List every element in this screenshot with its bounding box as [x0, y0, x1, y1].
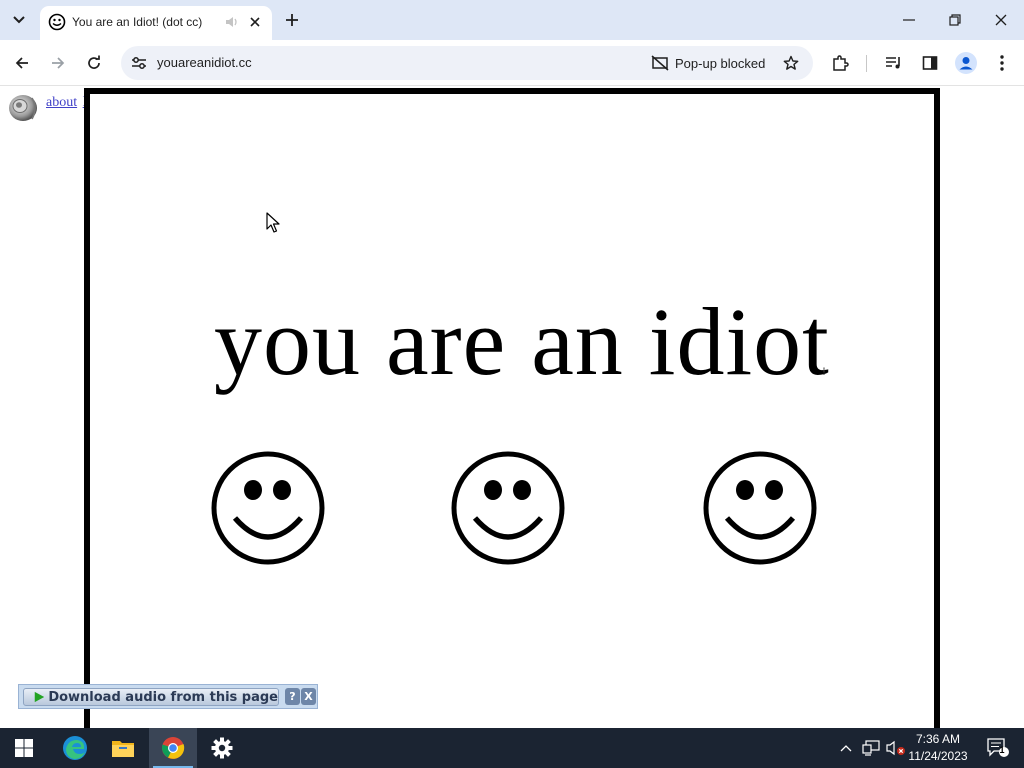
- edge-icon: [63, 736, 87, 760]
- mouse-cursor-icon: [266, 212, 280, 233]
- clock-date: 11/24/2023: [908, 749, 968, 763]
- popup-blocked-icon: [651, 55, 669, 71]
- download-audio-button[interactable]: Download audio from this page: [23, 688, 279, 706]
- speaker-icon[interactable]: [6, 92, 40, 124]
- bookmark-button[interactable]: [779, 51, 803, 75]
- gear-icon: [211, 737, 233, 759]
- toolbar-separator: [866, 55, 867, 72]
- smiley-face-icon: [451, 451, 565, 565]
- close-window-button[interactable]: [978, 0, 1024, 40]
- audio-close-button[interactable]: X: [301, 688, 316, 705]
- new-tab-button[interactable]: [280, 8, 304, 32]
- close-icon: [250, 17, 260, 27]
- media-controls-button[interactable]: [882, 51, 906, 75]
- smiley-face-icon: [211, 451, 325, 565]
- web-page: about legacy safe you are an idiot ! D: [0, 87, 1024, 728]
- tab-title: You are an Idiot! (dot cc): [72, 15, 203, 29]
- volume-muted-icon: [886, 740, 905, 756]
- address-bar[interactable]: youareanidiot.cc Pop-up blocked: [121, 46, 813, 80]
- minimize-icon: [903, 19, 915, 21]
- idiot-frame: you are an idiot !: [84, 88, 940, 728]
- taskbar-clock[interactable]: 7:36 AM 11/24/2023: [904, 731, 972, 765]
- idiot-headline: you are an idiot: [214, 288, 830, 395]
- network-tray-button[interactable]: [860, 728, 882, 768]
- audio-help-button[interactable]: ?: [285, 688, 300, 705]
- chevron-down-icon: [13, 16, 25, 24]
- profile-button[interactable]: [954, 51, 978, 75]
- chrome-taskbar-button[interactable]: [149, 728, 197, 768]
- arrow-left-icon: [15, 57, 28, 69]
- tune-icon: [132, 57, 146, 69]
- forward-button[interactable]: [46, 51, 70, 75]
- minimize-button[interactable]: [886, 0, 932, 40]
- side-panel-icon: [922, 56, 938, 70]
- notification-center-button[interactable]: 1: [978, 728, 1018, 768]
- speaker-audio-icon[interactable]: [224, 14, 240, 30]
- clock-time: 7:36 AM: [915, 732, 961, 746]
- url-text[interactable]: youareanidiot.cc: [157, 55, 252, 70]
- chrome-icon: [162, 737, 185, 759]
- avatar-icon: [955, 52, 977, 74]
- more-vertical-icon: [1000, 55, 1004, 71]
- close-icon: [995, 14, 1007, 26]
- settings-taskbar-button[interactable]: [198, 728, 246, 768]
- side-panel-button[interactable]: [918, 51, 942, 75]
- queue-music-icon: [886, 57, 900, 69]
- idiot-headline-suffix: !: [822, 364, 826, 378]
- folder-icon: [112, 741, 134, 757]
- tab-close-button[interactable]: [246, 13, 264, 31]
- about-link[interactable]: about: [46, 95, 77, 110]
- back-button[interactable]: [10, 51, 34, 75]
- star-icon: [783, 55, 799, 70]
- chevron-up-icon: [840, 745, 852, 752]
- windows-taskbar: 7:36 AM 11/24/2023 1: [0, 728, 1024, 768]
- show-hidden-icons-button[interactable]: [836, 728, 856, 768]
- tab-search-button[interactable]: [6, 7, 32, 33]
- file-explorer-taskbar-button[interactable]: [99, 728, 147, 768]
- restore-icon: [949, 14, 961, 26]
- download-audio-label: Download audio from this page: [48, 689, 278, 705]
- start-button[interactable]: [0, 728, 48, 768]
- puzzle-icon: [833, 55, 849, 71]
- active-tab[interactable]: You are an Idiot! (dot cc): [40, 6, 272, 40]
- reload-button[interactable]: [82, 51, 106, 75]
- tab-strip: You are an Idiot! (dot cc): [0, 0, 1024, 40]
- windows-logo-icon: [15, 739, 33, 757]
- audio-download-bar: Download audio from this page ? X: [18, 684, 318, 709]
- plus-icon: [286, 14, 298, 26]
- smiley-favicon-icon: [48, 13, 66, 31]
- extensions-button[interactable]: [828, 51, 852, 75]
- restore-button[interactable]: [932, 0, 978, 40]
- browser-toolbar: youareanidiot.cc Pop-up blocked: [0, 40, 1024, 86]
- chrome-menu-button[interactable]: [990, 51, 1014, 75]
- reload-icon: [88, 55, 100, 69]
- edge-taskbar-button[interactable]: [51, 728, 99, 768]
- notification-count-badge: 1: [999, 745, 1005, 755]
- arrow-right-icon: [52, 57, 65, 69]
- popup-blocked-chip[interactable]: Pop-up blocked: [651, 51, 771, 75]
- network-icon: [862, 740, 880, 756]
- site-info-button[interactable]: [129, 53, 149, 73]
- popup-blocked-label: Pop-up blocked: [675, 55, 766, 71]
- play-icon: [34, 691, 45, 703]
- smiley-face-icon: [703, 451, 817, 565]
